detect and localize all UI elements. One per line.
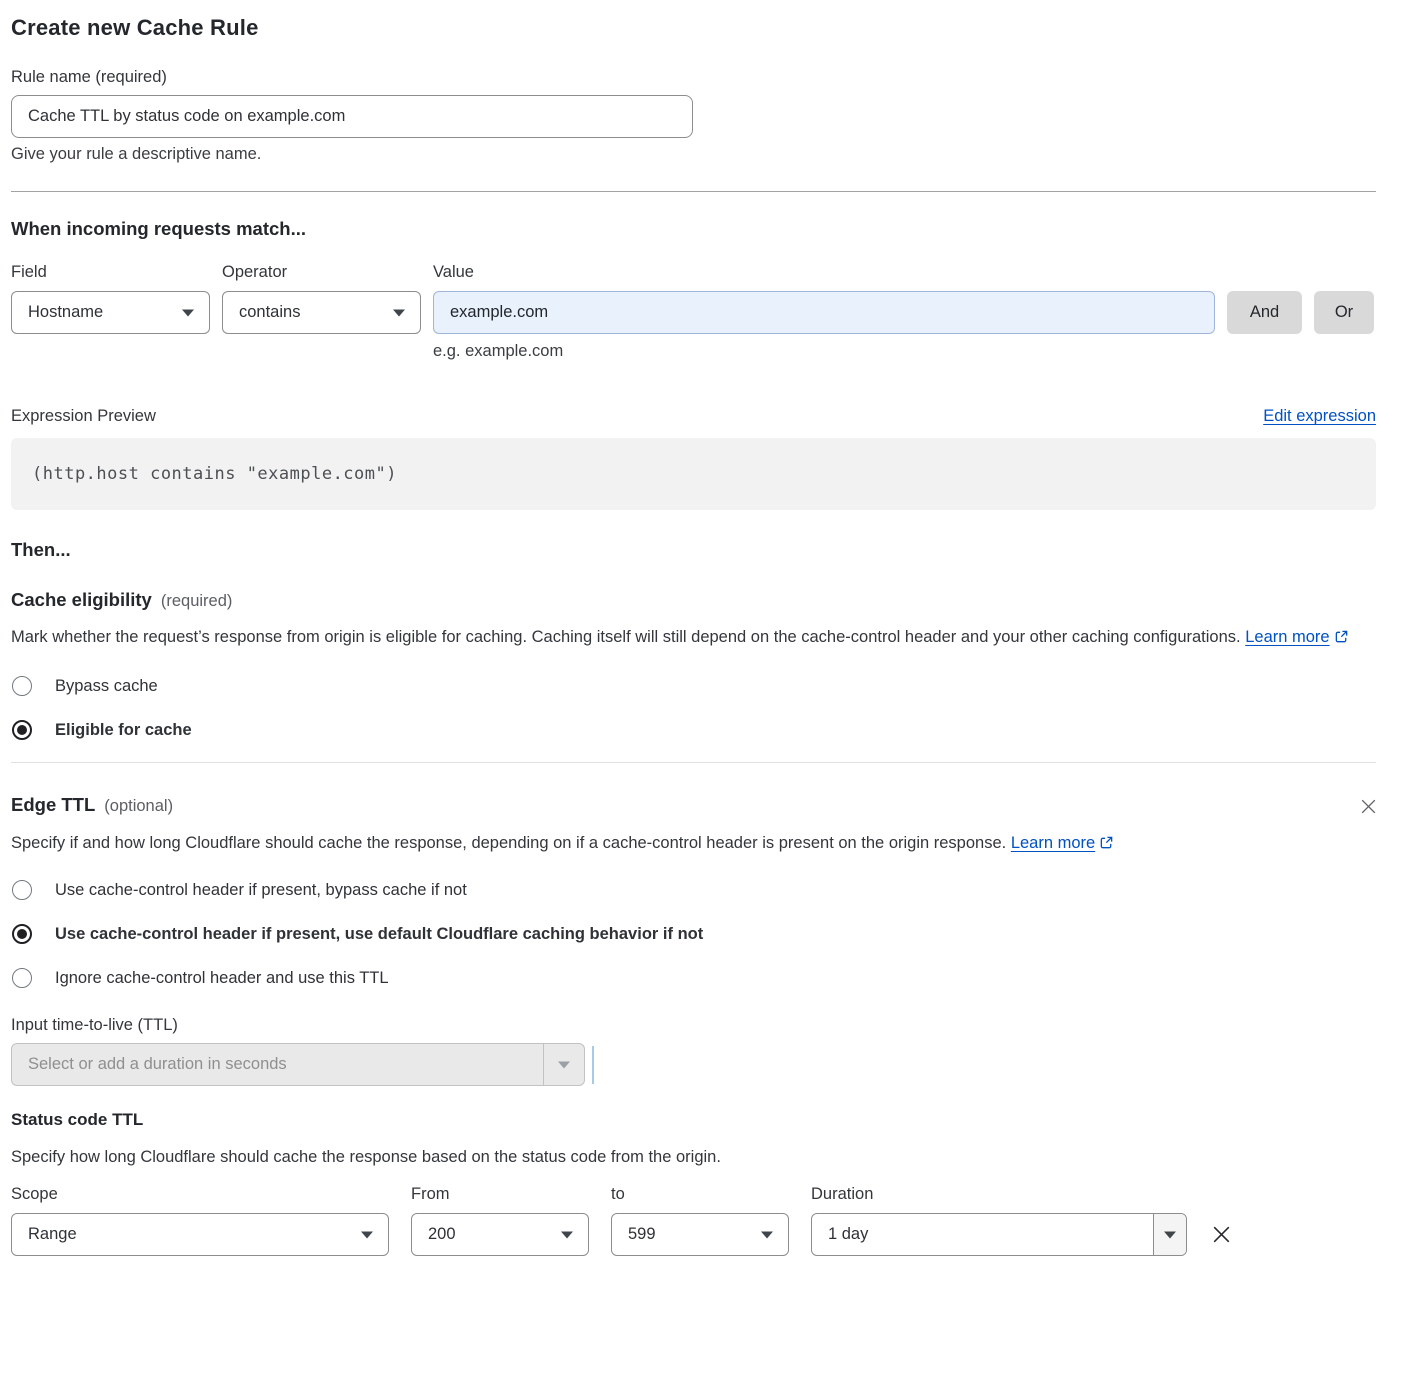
operator-label: Operator [222, 263, 421, 282]
ttl-duration-placeholder: Select or add a duration in seconds [12, 1044, 543, 1085]
edge-ttl-description-text: Specify if and how long Cloudflare shoul… [11, 834, 1006, 852]
section-divider [11, 762, 1376, 763]
ttl-duration-dropdown-button[interactable] [543, 1044, 584, 1085]
duration-label: Duration [811, 1185, 1187, 1204]
radio-label: Use cache-control header if present, use… [55, 925, 703, 944]
rule-name-label: Rule name (required) [11, 68, 1376, 87]
duration-dropdown-button[interactable] [1153, 1214, 1186, 1255]
status-code-ttl-row: Scope From to Duration Range 200 599 1 d… [11, 1185, 1376, 1256]
or-button[interactable]: Or [1314, 291, 1374, 334]
edge-ttl-heading: Edge TTL [11, 794, 95, 816]
scope-select[interactable]: Range [11, 1213, 389, 1256]
ttl-duration-select[interactable]: Select or add a duration in seconds [11, 1043, 585, 1086]
edge-ttl-option-default[interactable]: Use cache-control header if present, use… [11, 924, 1376, 944]
status-code-ttl-heading: Status code TTL [11, 1110, 1376, 1130]
radio-unselected-icon[interactable] [12, 968, 32, 988]
rule-name-input[interactable] [11, 95, 693, 138]
cache-eligibility-description: Mark whether the request’s response from… [11, 623, 1351, 653]
match-heading: When incoming requests match... [11, 218, 306, 240]
create-cache-rule-form: Create new Cache Rule Rule name (require… [0, 0, 1412, 1256]
operator-select-value: contains [239, 303, 300, 322]
value-input[interactable] [433, 291, 1215, 334]
edge-ttl-description: Specify if and how long Cloudflare shoul… [11, 829, 1351, 859]
edge-ttl-qualifier: (optional) [104, 797, 173, 815]
radio-selected-icon[interactable] [12, 720, 32, 740]
radio-unselected-icon[interactable] [12, 880, 32, 900]
eligible-for-cache-option[interactable]: Eligible for cache [11, 720, 1376, 740]
value-help: e.g. example.com [433, 342, 1215, 361]
edge-ttl-option-ignore[interactable]: Ignore cache-control header and use this… [11, 968, 1376, 988]
field-label: Field [11, 263, 210, 282]
cache-eligibility-qualifier: (required) [161, 592, 233, 610]
edge-ttl-learn-more-link[interactable]: Learn more [1011, 834, 1114, 852]
duration-value: 1 day [812, 1214, 1153, 1255]
edge-ttl-option-bypass[interactable]: Use cache-control header if present, byp… [11, 880, 1376, 900]
cache-eligibility-heading: Cache eligibility [11, 589, 152, 611]
radio-label: Ignore cache-control header and use this… [55, 969, 389, 988]
radio-selected-icon[interactable] [12, 924, 32, 944]
remove-row-icon[interactable] [1209, 1222, 1234, 1247]
section-divider [11, 191, 1376, 192]
rule-name-help: Give your rule a descriptive name. [11, 145, 1376, 164]
page-title: Create new Cache Rule [11, 15, 1376, 41]
edge-ttl-section-header: Edge TTL (optional) [11, 794, 1379, 817]
scope-select-value: Range [28, 1225, 77, 1244]
from-select-value: 200 [428, 1225, 456, 1244]
field-select-value: Hostname [28, 303, 103, 322]
radio-label: Eligible for cache [55, 721, 192, 740]
cache-eligibility-learn-more-link[interactable]: Learn more [1245, 628, 1348, 646]
chevron-down-icon [1164, 1231, 1176, 1238]
radio-label: Bypass cache [55, 677, 158, 696]
external-link-icon [1334, 625, 1349, 653]
chevron-down-icon [182, 309, 194, 316]
radio-label: Use cache-control header if present, byp… [55, 881, 467, 900]
edit-expression-link[interactable]: Edit expression [1263, 407, 1376, 426]
operator-select[interactable]: contains [222, 291, 421, 334]
scope-label: Scope [11, 1185, 389, 1204]
chevron-down-icon [361, 1231, 373, 1238]
expression-preview-box: (http.host contains "example.com") [11, 438, 1376, 510]
from-label: From [411, 1185, 589, 1204]
duration-combobox[interactable]: 1 day [811, 1213, 1187, 1256]
to-select[interactable]: 599 [611, 1213, 789, 1256]
bypass-cache-option[interactable]: Bypass cache [11, 676, 1376, 696]
external-link-icon [1099, 831, 1114, 859]
close-icon[interactable] [1358, 796, 1379, 817]
to-label: to [611, 1185, 789, 1204]
expression-code: (http.host contains "example.com") [32, 464, 397, 484]
ttl-input-label: Input time-to-live (TTL) [11, 1016, 1376, 1035]
status-code-ttl-description: Specify how long Cloudflare should cache… [11, 1143, 1351, 1171]
value-label: Value [433, 263, 1215, 282]
from-select[interactable]: 200 [411, 1213, 589, 1256]
to-select-value: 599 [628, 1225, 656, 1244]
cache-eligibility-section: Cache eligibility (required) [11, 589, 1376, 611]
chevron-down-icon [561, 1231, 573, 1238]
field-select[interactable]: Hostname [11, 291, 210, 334]
cache-eligibility-description-text: Mark whether the request’s response from… [11, 628, 1241, 646]
chevron-down-icon [761, 1231, 773, 1238]
chevron-down-icon [558, 1061, 570, 1068]
radio-unselected-icon[interactable] [12, 676, 32, 696]
and-button[interactable]: And [1227, 291, 1302, 334]
then-heading: Then... [11, 539, 1376, 561]
expression-preview-label: Expression Preview [11, 407, 156, 426]
match-builder: Field Operator Value Hostname contains A… [11, 263, 1376, 361]
chevron-down-icon [393, 309, 405, 316]
text-caret [592, 1046, 594, 1084]
